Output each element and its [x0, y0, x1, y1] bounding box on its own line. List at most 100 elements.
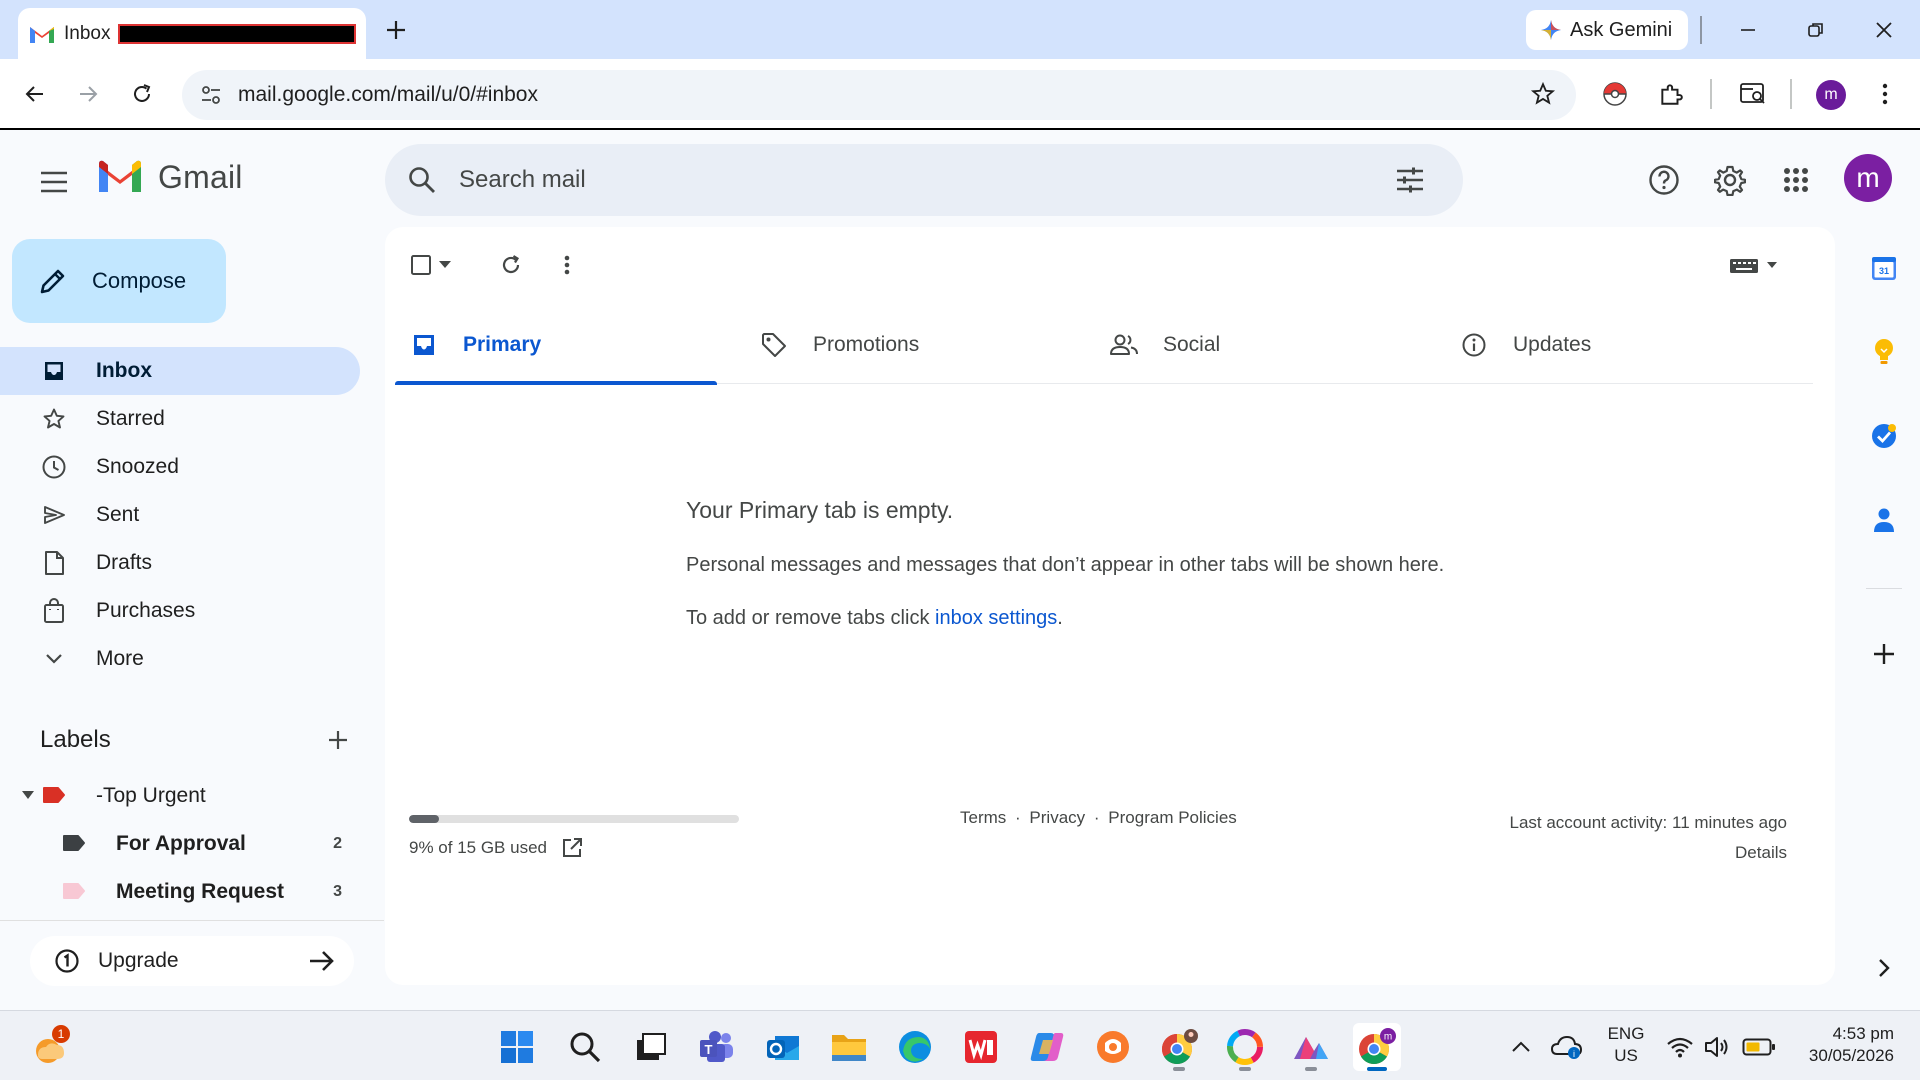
star-icon: [40, 405, 68, 433]
system-clock[interactable]: 4:53 pm 30/05/2026: [1809, 1023, 1894, 1067]
pencil-icon: [38, 266, 68, 296]
restore-button[interactable]: [1798, 12, 1834, 48]
footer-separator: ·: [1015, 808, 1021, 827]
extensions-puzzle-icon[interactable]: [1652, 75, 1690, 113]
tab-social[interactable]: Social: [1095, 305, 1417, 384]
program-policies-link[interactable]: Program Policies: [1108, 808, 1237, 827]
close-window-button[interactable]: [1866, 12, 1902, 48]
terms-link[interactable]: Terms: [960, 808, 1006, 827]
search-options-tune-icon[interactable]: [1395, 166, 1425, 194]
google-apps-grid-icon[interactable]: [1774, 158, 1818, 202]
label-item-top-urgent[interactable]: -Top Urgent: [0, 772, 360, 820]
storage-bar-fill: [409, 815, 439, 823]
taskbar-search-icon[interactable]: [561, 1023, 609, 1071]
nav-item-purchases[interactable]: Purchases: [0, 587, 360, 635]
get-addons-plus-icon[interactable]: [1864, 634, 1904, 674]
toolbar-separator: [1790, 79, 1792, 109]
forward-button[interactable]: [69, 75, 107, 113]
nav-item-starred[interactable]: Starred: [0, 395, 360, 443]
upgrade-button[interactable]: Upgrade: [30, 936, 354, 986]
outlook-app-icon[interactable]: [759, 1023, 807, 1071]
copilot-app-icon[interactable]: [1023, 1023, 1071, 1071]
side-apps-panel: 31: [1856, 238, 1920, 998]
tasks-check-icon[interactable]: [1864, 416, 1904, 456]
new-tab-button[interactable]: [380, 14, 412, 46]
gmail-logo[interactable]: Gmail: [96, 158, 243, 196]
chrome-active-app-icon[interactable]: m: [1353, 1023, 1401, 1071]
compose-button[interactable]: Compose: [12, 239, 226, 323]
bookmark-star-icon[interactable]: [1530, 81, 1556, 107]
input-tools-keyboard-icon[interactable]: [1729, 249, 1781, 281]
help-question-icon[interactable]: [1642, 158, 1686, 202]
refresh-icon[interactable]: [497, 249, 525, 281]
reload-button[interactable]: [123, 75, 161, 113]
edge-browser-icon[interactable]: [891, 1023, 939, 1071]
account-avatar[interactable]: m: [1844, 154, 1892, 202]
browser-tab-inbox[interactable]: Inbox: [18, 8, 366, 59]
task-view-icon[interactable]: [627, 1023, 675, 1071]
orange-app-icon[interactable]: [1089, 1023, 1137, 1071]
chevron-right-icon[interactable]: [1864, 948, 1904, 988]
details-link[interactable]: Details: [1509, 838, 1787, 868]
start-windows-icon[interactable]: [493, 1023, 541, 1071]
tab-promotions[interactable]: Promotions: [745, 305, 1067, 384]
empty-tab-message: Your Primary tab is empty. Personal mess…: [686, 497, 1586, 630]
chrome-profile-1-icon[interactable]: [1155, 1023, 1203, 1071]
privacy-link[interactable]: Privacy: [1029, 808, 1085, 827]
back-button[interactable]: [16, 75, 54, 113]
main-menu-hamburger-icon[interactable]: [34, 162, 74, 202]
volume-speaker-icon[interactable]: [1700, 1023, 1736, 1071]
show-hidden-icons-chevron-up-icon[interactable]: [1496, 1023, 1546, 1071]
select-all-checkbox[interactable]: [409, 249, 433, 281]
label-item-for-approval[interactable]: For Approval 2: [0, 820, 360, 868]
address-bar[interactable]: mail.google.com/mail/u/0/#inbox: [182, 70, 1576, 120]
select-dropdown-caret-icon[interactable]: [437, 249, 453, 281]
inbox-settings-link[interactable]: inbox settings: [935, 607, 1057, 629]
search-icon[interactable]: [407, 165, 437, 195]
tab-primary[interactable]: Primary: [395, 305, 717, 385]
browser-profile-avatar[interactable]: m: [1816, 80, 1846, 110]
nav-item-snoozed[interactable]: Snoozed: [0, 443, 360, 491]
ask-gemini-button[interactable]: Ask Gemini: [1526, 10, 1688, 50]
nav-item-inbox[interactable]: Inbox: [0, 347, 360, 395]
labels-heading: Labels: [40, 726, 111, 753]
more-actions-kebab-icon[interactable]: [561, 249, 573, 281]
tabstrip-separator: [1700, 16, 1702, 44]
calendar-icon[interactable]: 31: [1864, 248, 1904, 288]
nav-item-sent[interactable]: Sent: [0, 491, 360, 539]
settings-gear-icon[interactable]: [1708, 158, 1752, 202]
pokeball-extension-icon[interactable]: [1596, 75, 1634, 113]
nav-item-drafts[interactable]: Drafts: [0, 539, 360, 587]
contacts-person-icon[interactable]: [1864, 500, 1904, 540]
weather-widget-icon[interactable]: 1: [24, 1023, 72, 1071]
tab-search-icon[interactable]: [1734, 75, 1772, 113]
color-wheel-app-icon[interactable]: [1221, 1023, 1269, 1071]
onedrive-cloud-icon[interactable]: i: [1546, 1023, 1588, 1071]
shopping-bag-icon: [40, 597, 68, 625]
minimize-button[interactable]: [1730, 12, 1766, 48]
nav-item-more[interactable]: More: [0, 635, 360, 683]
search-input[interactable]: Search mail: [459, 166, 586, 194]
svg-text:31: 31: [1879, 266, 1889, 276]
search-mail-bar[interactable]: Search mail: [385, 144, 1463, 216]
wifi-icon[interactable]: [1662, 1023, 1698, 1071]
caret-down-icon[interactable]: [22, 790, 34, 800]
language-indicator[interactable]: ENG US: [1598, 1023, 1654, 1067]
battery-icon[interactable]: [1738, 1023, 1780, 1071]
keep-lightbulb-icon[interactable]: [1864, 332, 1904, 372]
mail-folder-list: Inbox Starred Snoozed Sent Drafts Purcha…: [0, 347, 360, 683]
teams-app-icon[interactable]: T: [693, 1023, 741, 1071]
wps-office-icon[interactable]: [957, 1023, 1005, 1071]
mountain-app-icon[interactable]: [1287, 1023, 1335, 1071]
file-explorer-icon[interactable]: [825, 1023, 873, 1071]
create-label-plus-icon[interactable]: [326, 728, 350, 752]
inbox-category-tabs: Primary Promotions Social Updates: [395, 305, 1813, 385]
language-code: ENG: [1607, 1024, 1645, 1043]
nav-label: More: [96, 647, 144, 670]
site-info-icon[interactable]: [196, 80, 226, 110]
open-in-new-icon[interactable]: [561, 837, 583, 859]
tab-updates[interactable]: Updates: [1445, 305, 1767, 384]
clock-date: 30/05/2026: [1808, 1046, 1894, 1065]
label-item-meeting-request[interactable]: Meeting Request 3: [0, 868, 360, 916]
browser-menu-kebab-icon[interactable]: [1866, 75, 1904, 113]
